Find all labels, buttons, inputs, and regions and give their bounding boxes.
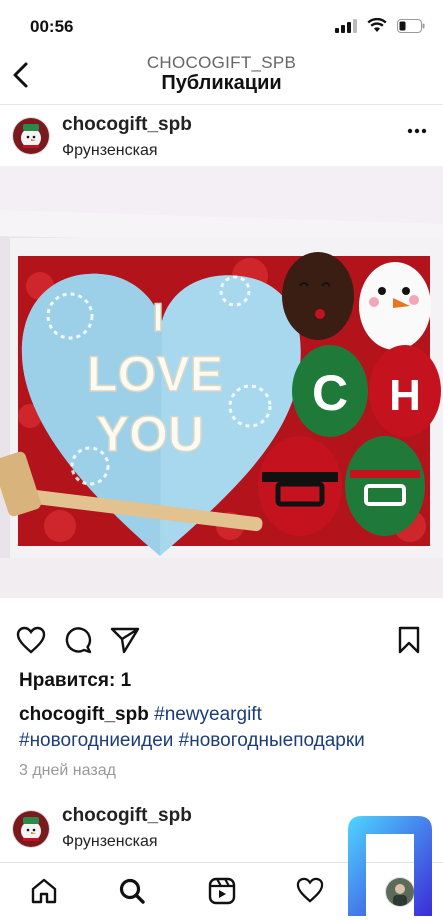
like-heart-icon[interactable] bbox=[16, 626, 46, 654]
status-time: 00:56 bbox=[30, 17, 74, 36]
account-name-header: CHOCOGIFT_SPB bbox=[146, 53, 297, 72]
share-icon[interactable] bbox=[110, 626, 140, 654]
avatar[interactable] bbox=[12, 117, 50, 155]
post-photo[interactable]: I LOVE YOU C H bbox=[0, 166, 443, 598]
svg-text:H: H bbox=[389, 371, 421, 420]
next-post-username[interactable]: chocogift_spb bbox=[62, 805, 192, 827]
svg-text:C: C bbox=[312, 365, 348, 421]
caption-hashtag[interactable]: #newyeargift bbox=[154, 704, 262, 725]
photo-text-you: YOU bbox=[96, 406, 204, 462]
post-username[interactable]: chocogift_spb bbox=[62, 114, 192, 136]
watermark-logo bbox=[348, 816, 432, 916]
bookmark-icon[interactable] bbox=[398, 626, 420, 654]
wifi-icon bbox=[367, 18, 387, 32]
next-post-location[interactable]: Фрунзенская bbox=[62, 833, 158, 851]
photo-text-i: I bbox=[152, 296, 163, 340]
top-navigation: CHOCOGIFT_SPB Публикации bbox=[0, 50, 443, 105]
post-actions bbox=[0, 620, 443, 660]
likes-count[interactable]: Нравится: 1 bbox=[19, 670, 131, 692]
status-icons bbox=[335, 18, 425, 33]
activity-heart-icon[interactable] bbox=[296, 877, 324, 903]
battery-icon bbox=[397, 18, 425, 33]
caption-hashtags-line2[interactable]: #новогодниеидеи #новогодныеподарки bbox=[19, 730, 365, 751]
page-title: Публикации bbox=[161, 72, 282, 94]
more-options-icon[interactable] bbox=[407, 128, 427, 134]
signal-icon bbox=[335, 18, 357, 33]
avatar[interactable] bbox=[12, 810, 50, 848]
caption-username[interactable]: chocogift_spb bbox=[19, 704, 149, 725]
chocolate-gift-box-image: I LOVE YOU C H bbox=[0, 166, 443, 598]
comment-icon[interactable] bbox=[64, 626, 92, 654]
reels-icon[interactable] bbox=[208, 877, 236, 905]
post-header: chocogift_spb Фрунзенская bbox=[0, 106, 443, 166]
post-date: 3 дней назад bbox=[19, 762, 116, 779]
search-icon[interactable] bbox=[118, 877, 146, 905]
home-icon[interactable] bbox=[30, 877, 58, 905]
photo-text-love: LOVE bbox=[87, 346, 223, 402]
post-caption: chocogift_spb #newyeargift #новогодниеид… bbox=[19, 702, 429, 754]
post-location[interactable]: Фрунзенская bbox=[62, 142, 158, 160]
status-bar: 00:56 bbox=[0, 0, 443, 50]
